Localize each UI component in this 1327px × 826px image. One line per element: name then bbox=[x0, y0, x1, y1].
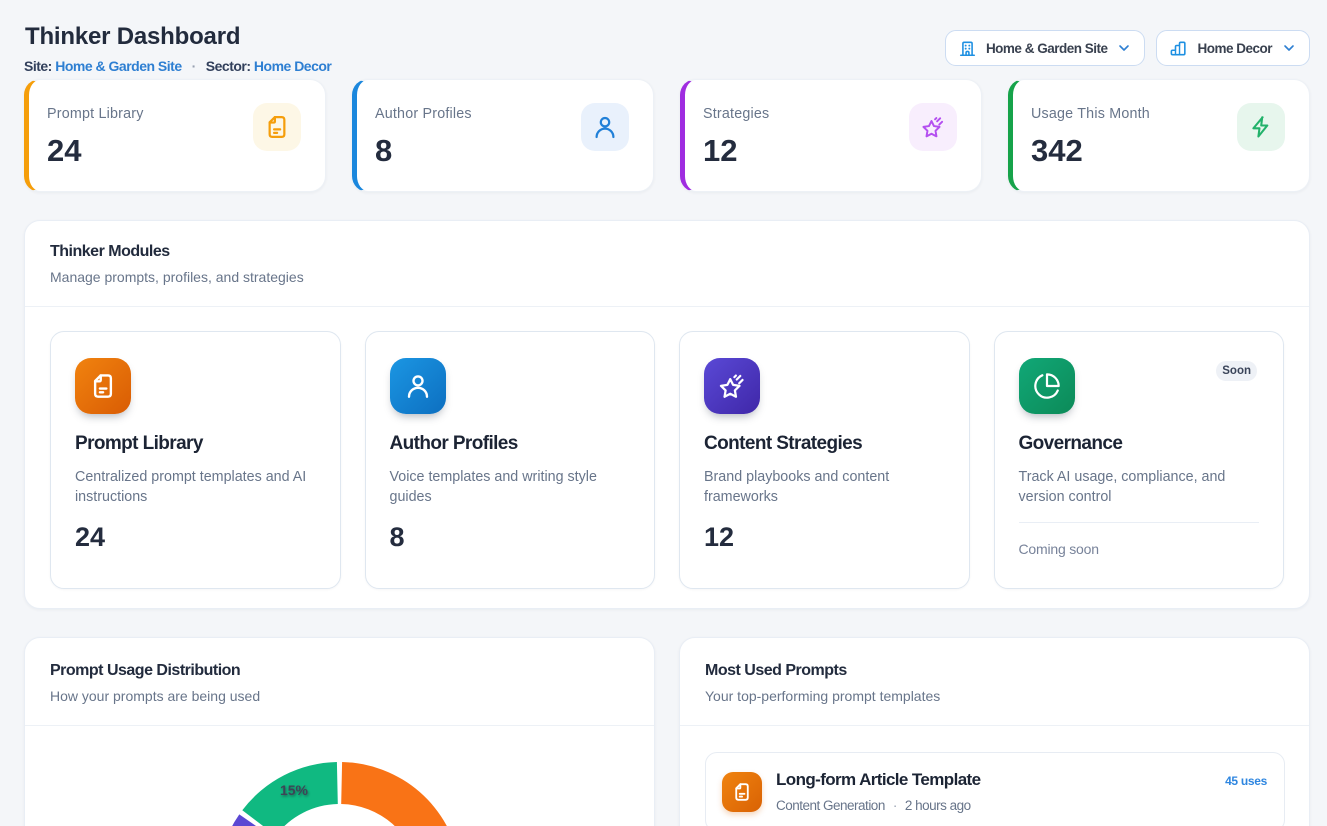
svg-text:15%: 15% bbox=[280, 782, 309, 798]
